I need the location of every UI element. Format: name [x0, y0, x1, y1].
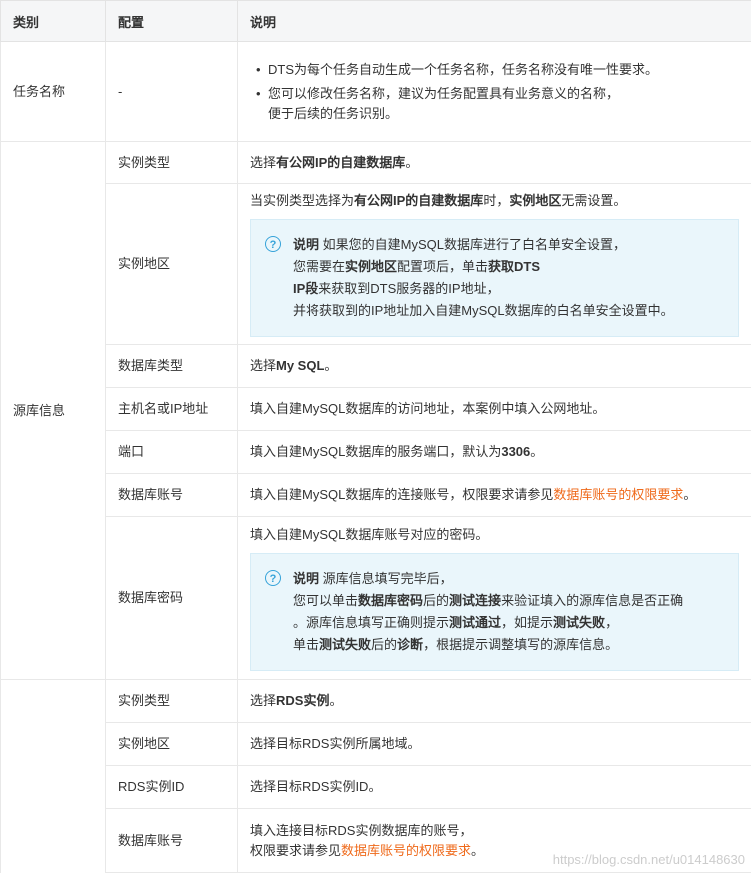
- description-cell: 填入自建MySQL数据库的连接账号，权限要求请参见数据库账号的权限要求。: [237, 473, 751, 517]
- config-cell: 端口: [105, 430, 238, 474]
- question-circle-icon: ?: [265, 570, 281, 586]
- question-circle-icon: ?: [265, 236, 281, 252]
- config-cell: 实例地区: [105, 183, 238, 345]
- config-table: 类别 配置 说明 任务名称 - DTS为每个任务自动生成一个任务名称，任务名称没…: [0, 0, 751, 873]
- header-config: 配置: [105, 0, 238, 42]
- table-row: 数据库类型 选择My SQL。: [1, 344, 751, 388]
- description-cell: 选择目标RDS实例所属地域。: [237, 722, 751, 766]
- description-cell: 填入自建MySQL数据库账号对应的密码。 ? 说明 源库信息填写完毕后， 您可以…: [237, 516, 751, 680]
- config-cell: 数据库账号: [105, 473, 238, 517]
- description-cell: 选择目标RDS实例ID。: [237, 765, 751, 809]
- table-row: 源库信息 实例类型 选择有公网IP的自建数据库。: [0, 141, 751, 680]
- category-cell: 源库信息: [0, 141, 106, 680]
- description-cell: 选择RDS实例。: [237, 679, 751, 723]
- description-cell: 填入自建MySQL数据库的访问地址，本案例中填入公网地址。: [237, 387, 751, 431]
- note-box: ? 说明 如果您的自建MySQL数据库进行了白名单安全设置， 您需要在实例地区配…: [250, 219, 739, 337]
- description-cell: 当实例类型选择为有公网IP的自建数据库时，实例地区无需设置。 ? 说明 如果您的…: [237, 183, 751, 345]
- header-description: 说明: [237, 0, 751, 42]
- table-row-task-name: 任务名称 - DTS为每个任务自动生成一个任务名称，任务名称没有唯一性要求。 您…: [0, 41, 751, 142]
- description-cell: 选择My SQL。: [237, 344, 751, 388]
- description-cell: 选择有公网IP的自建数据库。: [237, 141, 751, 184]
- table-row: 数据库账号 填入自建MySQL数据库的连接账号，权限要求请参见数据库账号的权限要…: [1, 473, 751, 517]
- table-row: 实例地区 选择目标RDS实例所属地域。: [1, 722, 751, 766]
- bullet-item: DTS为每个任务自动生成一个任务名称，任务名称没有唯一性要求。: [256, 60, 741, 80]
- header-category: 类别: [0, 0, 106, 42]
- config-cell: 数据库账号: [105, 808, 238, 873]
- config-cell: 主机名或IP地址: [105, 387, 238, 431]
- table-row: 数据库密码 填入自建MySQL数据库账号对应的密码。 ? 说明 源库信息填写完毕…: [1, 516, 751, 680]
- bullet-item: 您可以修改任务名称，建议为任务配置具有业务意义的名称，便于后续的任务识别。: [256, 84, 741, 124]
- config-cell: 实例类型: [105, 141, 238, 184]
- watermark: https://blog.csdn.net/u014148630: [552, 852, 745, 867]
- description-cell: DTS为每个任务自动生成一个任务名称，任务名称没有唯一性要求。 您可以修改任务名…: [237, 41, 751, 142]
- category-cell: [0, 679, 106, 873]
- config-cell: -: [105, 41, 238, 142]
- table-row: 实例类型 选择RDS实例。: [0, 679, 751, 873]
- config-cell: 实例类型: [105, 679, 238, 723]
- table-row: 主机名或IP地址 填入自建MySQL数据库的访问地址，本案例中填入公网地址。: [1, 387, 751, 431]
- permission-link[interactable]: 数据库账号的权限要求: [341, 843, 471, 858]
- note-box: ? 说明 源库信息填写完毕后， 您可以单击数据库密码后的测试连接来验证填入的源库…: [250, 553, 739, 671]
- table-row: 端口 填入自建MySQL数据库的服务端口，默认为3306。: [1, 430, 751, 474]
- config-cell: RDS实例ID: [105, 765, 238, 809]
- table-row: RDS实例ID 选择目标RDS实例ID。: [1, 765, 751, 809]
- table-header-row: 类别 配置 说明: [0, 0, 751, 42]
- table-row: 实例地区 当实例类型选择为有公网IP的自建数据库时，实例地区无需设置。 ? 说明…: [1, 183, 751, 345]
- config-cell: 实例地区: [105, 722, 238, 766]
- description-cell: 填入自建MySQL数据库的服务端口，默认为3306。: [237, 430, 751, 474]
- config-cell: 数据库密码: [105, 516, 238, 680]
- permission-link[interactable]: 数据库账号的权限要求: [553, 487, 683, 502]
- category-cell: 任务名称: [0, 41, 106, 142]
- config-cell: 数据库类型: [105, 344, 238, 388]
